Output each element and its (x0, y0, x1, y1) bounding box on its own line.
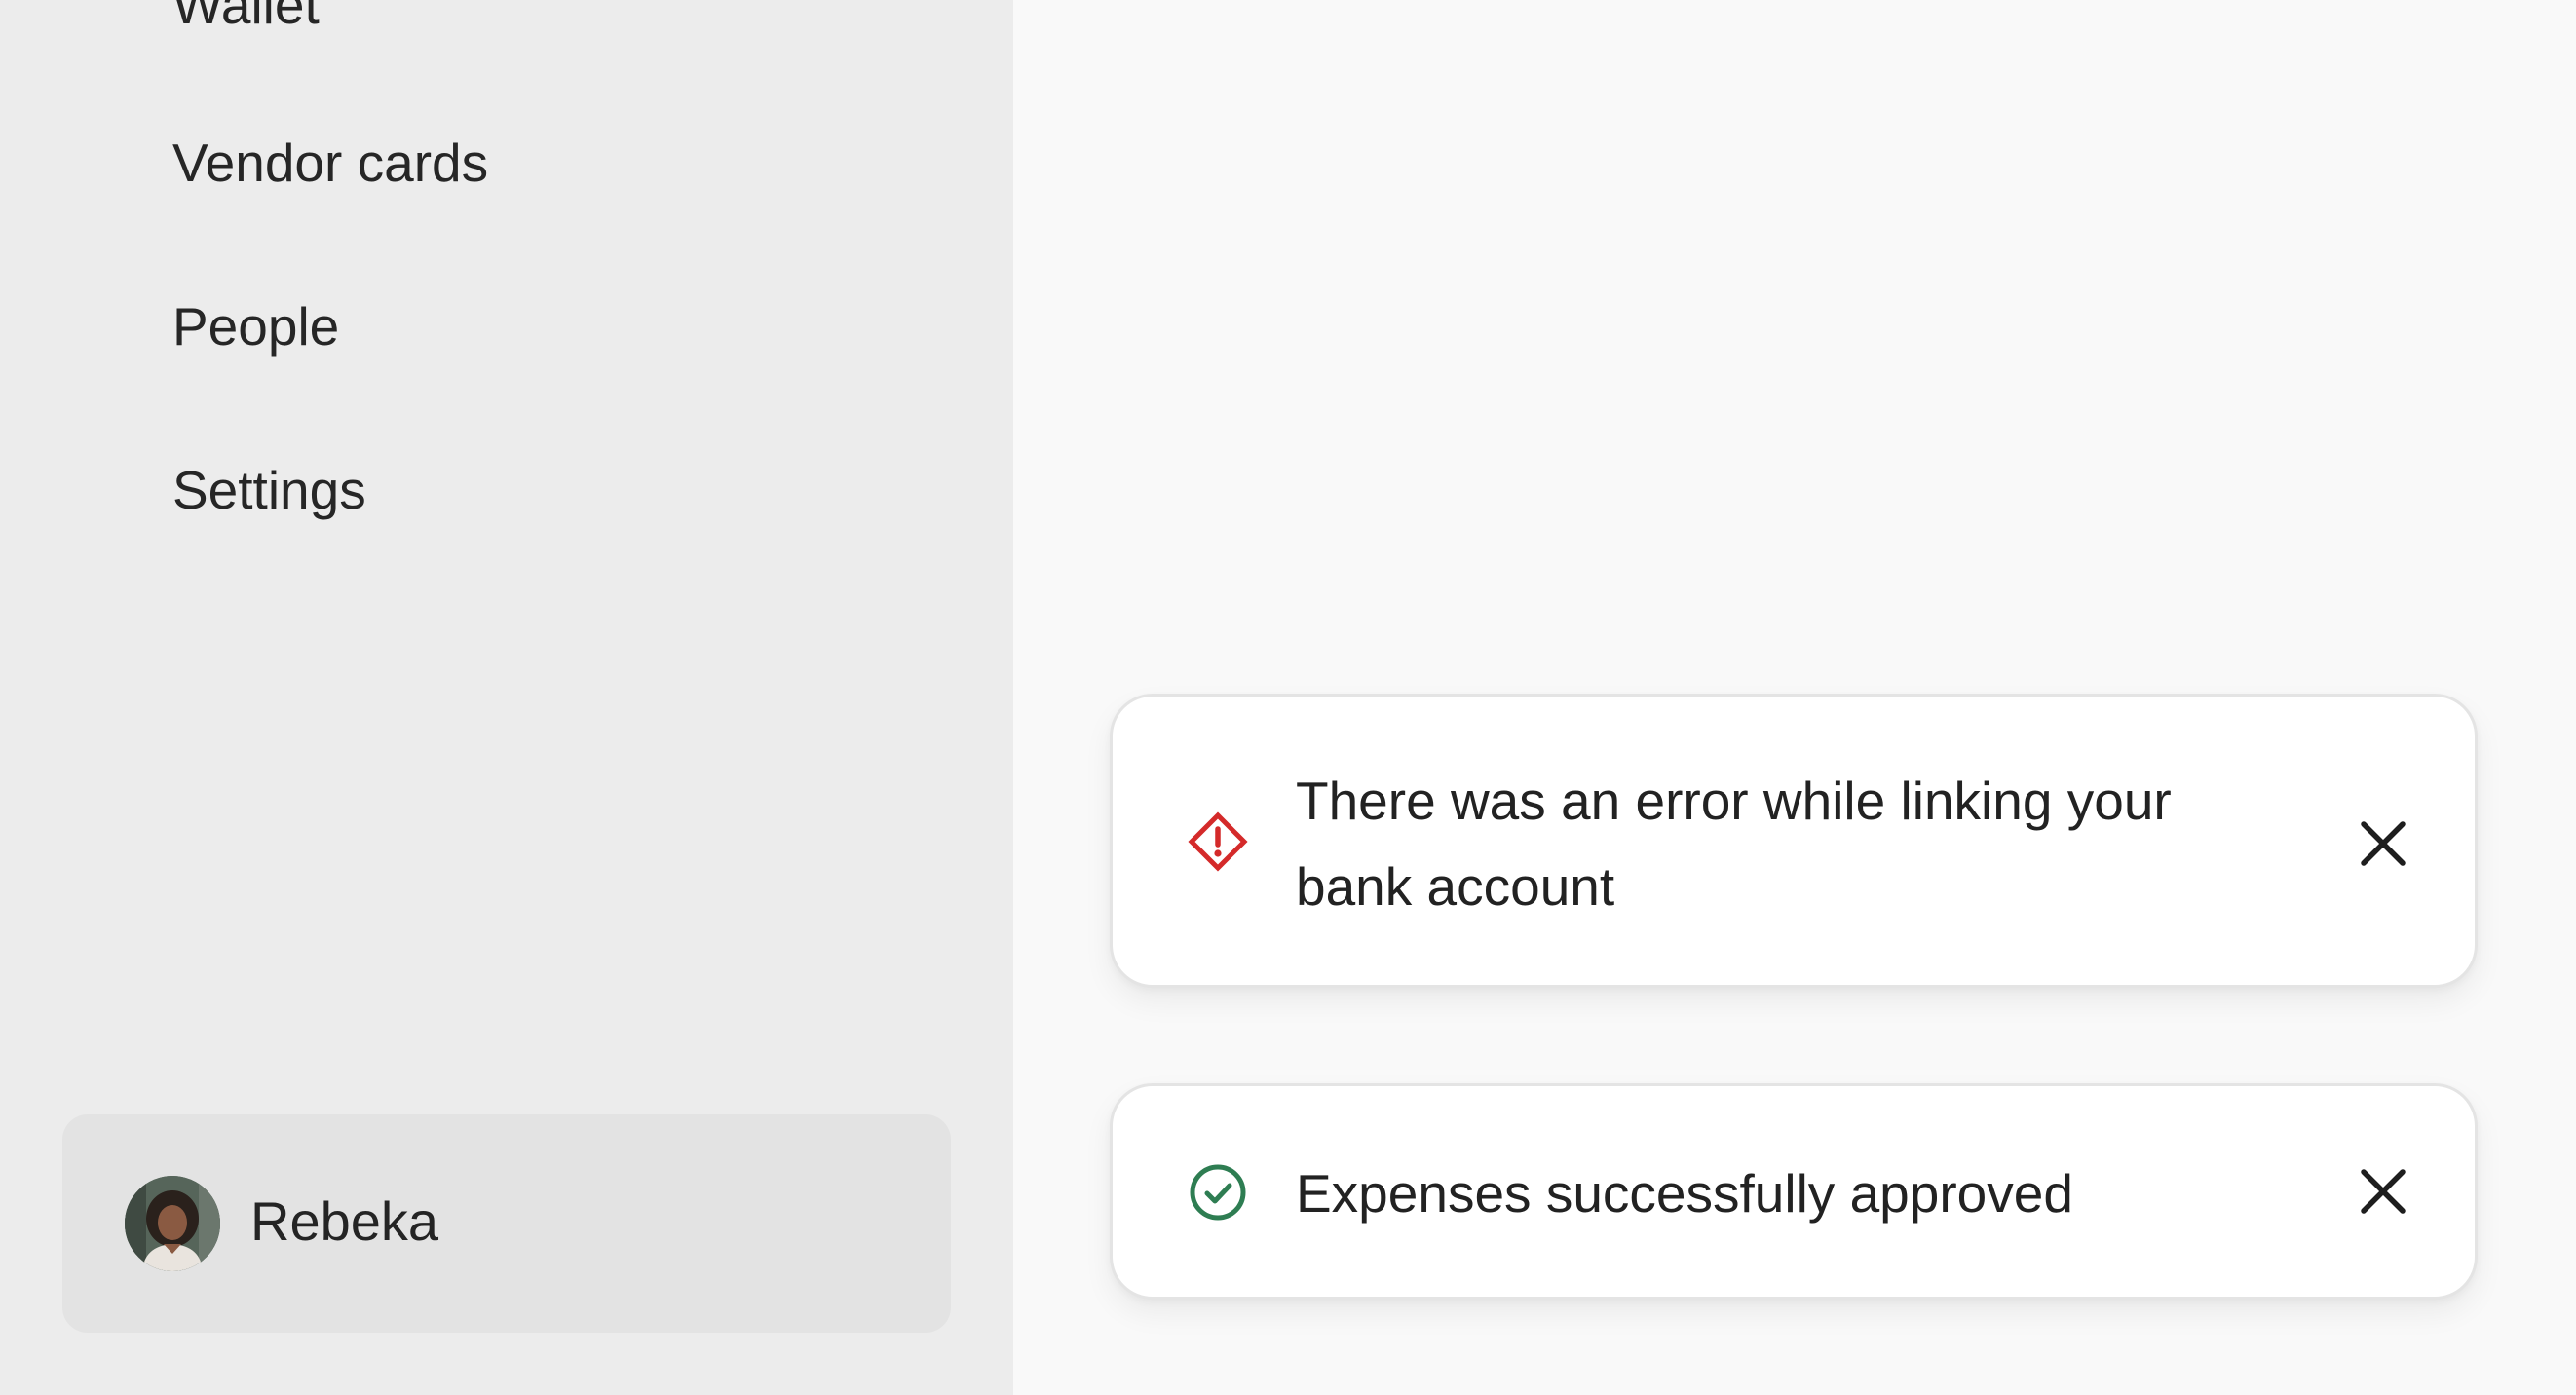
user-name: Rebeka (250, 1190, 439, 1252)
error-toast: There was an error while linking your ba… (1110, 694, 2478, 988)
user-profile-button[interactable]: Rebeka (62, 1114, 951, 1333)
sidebar-item-people[interactable]: People (172, 300, 339, 354)
success-toast: Expenses successfully approved (1110, 1083, 2478, 1300)
user-avatar-photo-icon (125, 1176, 220, 1271)
check-circle-icon (1190, 1164, 1246, 1221)
close-icon[interactable] (2348, 809, 2418, 879)
app-window: Wallet Vendor cards People Settings Rebe… (0, 0, 2576, 1395)
sidebar: Wallet Vendor cards People Settings Rebe… (0, 0, 1013, 1395)
warning-diamond-icon (1188, 811, 1248, 872)
sidebar-item-settings[interactable]: Settings (172, 464, 366, 517)
close-icon[interactable] (2348, 1156, 2418, 1226)
avatar (125, 1176, 220, 1271)
sidebar-item-wallet[interactable]: Wallet (172, 0, 320, 32)
sidebar-item-vendor-cards[interactable]: Vendor cards (172, 136, 488, 190)
error-message: There was an error while linking your ba… (1296, 771, 2172, 917)
success-message: Expenses successfully approved (1296, 1163, 2073, 1224)
